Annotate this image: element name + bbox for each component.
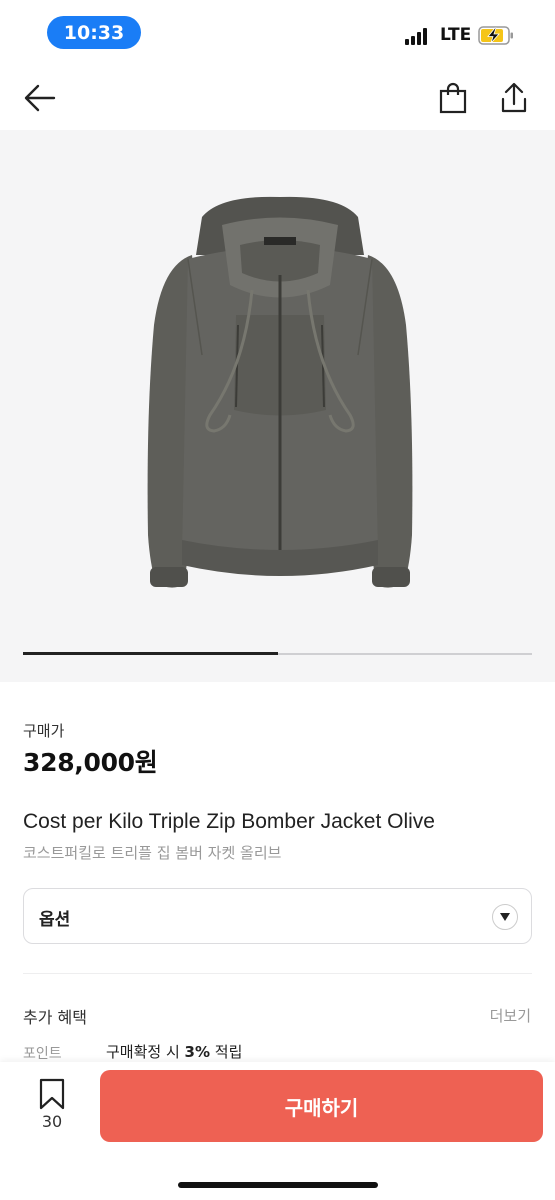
point-rate: 3% bbox=[184, 1043, 211, 1061]
option-label: 옵션 bbox=[39, 910, 71, 930]
network-label: LTE bbox=[440, 25, 472, 45]
product-image-gallery[interactable] bbox=[0, 130, 555, 682]
option-select[interactable]: 옵션 bbox=[23, 888, 532, 944]
jacket-image bbox=[147, 196, 413, 588]
chevron-down-icon bbox=[492, 904, 518, 930]
price: 328,000원 bbox=[23, 748, 158, 777]
back-arrow-icon bbox=[24, 84, 56, 112]
gallery-progress-track bbox=[23, 652, 532, 655]
bookmark-icon bbox=[39, 1078, 65, 1110]
status-bar: 10:33 LTE bbox=[0, 0, 555, 66]
status-time: 10:33 bbox=[47, 16, 141, 49]
divider bbox=[23, 973, 532, 974]
product-title-en: Cost per Kilo Triple Zip Bomber Jacket O… bbox=[23, 810, 435, 833]
back-button[interactable] bbox=[22, 80, 58, 116]
bookmark-button[interactable]: 30 bbox=[30, 1078, 74, 1138]
share-icon bbox=[501, 82, 527, 113]
battery-charging-icon bbox=[478, 26, 513, 45]
signal-icon bbox=[405, 28, 427, 45]
point-text-suffix: 적립 bbox=[210, 1043, 243, 1061]
share-button[interactable] bbox=[496, 80, 532, 116]
point-text: 구매확정 시 3% 적립 bbox=[106, 1041, 242, 1062]
benefits-more-link[interactable]: 더보기 bbox=[490, 1005, 531, 1026]
bookmark-count: 30 bbox=[41, 1112, 63, 1131]
shopping-bag-button[interactable] bbox=[435, 80, 471, 116]
buy-button[interactable]: 구매하기 bbox=[100, 1070, 543, 1142]
point-label: 포인트 bbox=[23, 1046, 62, 1062]
home-indicator bbox=[178, 1182, 378, 1188]
nav-bar bbox=[0, 66, 555, 130]
benefits-title: 추가 혜택 bbox=[23, 1008, 87, 1027]
price-label: 구매가 bbox=[23, 722, 65, 740]
bottom-action-bar: 30 구매하기 bbox=[0, 1062, 555, 1200]
gallery-progress-fill bbox=[23, 652, 278, 655]
product-title-ko: 코스트퍼킬로 트리플 집 봄버 자켓 올리브 bbox=[23, 844, 282, 862]
point-text-prefix: 구매확정 시 bbox=[106, 1043, 185, 1061]
shopping-bag-icon bbox=[439, 82, 467, 114]
